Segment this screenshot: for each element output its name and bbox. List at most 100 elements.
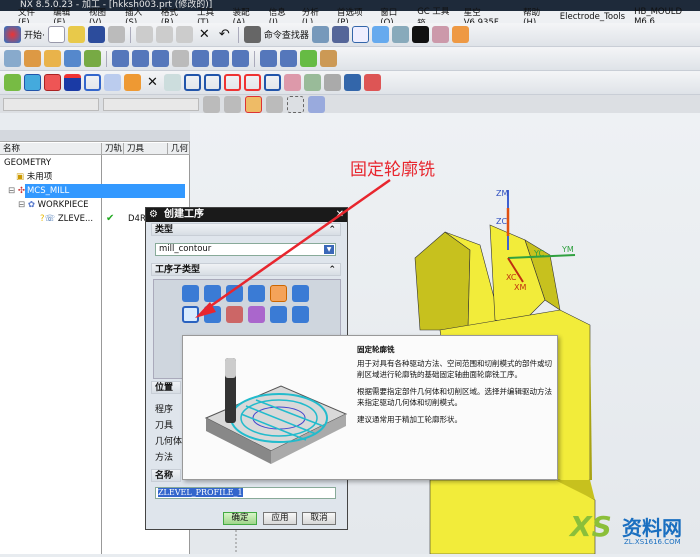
output-cls-icon[interactable] (300, 50, 317, 67)
subtype-plunge-icon[interactable] (204, 285, 221, 302)
type-select[interactable]: mill_contour ▼ (155, 243, 336, 256)
collapse-icon[interactable]: ⌃ (328, 264, 336, 277)
tool-icon[interactable] (311, 26, 329, 43)
copy-icon[interactable] (155, 26, 173, 43)
cross-icon[interactable] (244, 74, 261, 91)
subtype-section-header[interactable]: 工序子类型 ⌃ (151, 263, 341, 276)
undo-icon[interactable]: ↶ (216, 26, 233, 43)
info-toolpath-icon[interactable] (212, 50, 229, 67)
fit-icon[interactable] (351, 26, 369, 43)
name-input[interactable]: ZLEVEL_PROFILE_1 (155, 487, 336, 499)
profile-icon[interactable] (184, 74, 201, 91)
cancel-button[interactable]: 取消 (302, 512, 336, 525)
verify-icon[interactable] (172, 50, 189, 67)
pig-icon[interactable] (324, 74, 341, 91)
open-folder-icon[interactable] (67, 26, 85, 43)
orient-icon[interactable] (391, 26, 409, 43)
block-icon[interactable] (64, 74, 81, 91)
xc-label: XC (506, 273, 517, 282)
subtype-rest-icon[interactable] (248, 285, 265, 302)
new-file-icon[interactable] (47, 26, 65, 43)
subtype-streamline-icon[interactable] (248, 306, 265, 323)
box-select-icon[interactable] (287, 95, 304, 113)
background-icon[interactable] (411, 26, 429, 43)
plane-icon[interactable] (204, 74, 221, 91)
subtype-corner-icon[interactable] (226, 285, 243, 302)
subtype-surface-area-icon[interactable] (226, 306, 243, 323)
menu-electrode-tools[interactable]: Electrode_Tools (560, 12, 625, 22)
column-toolpath[interactable]: 刀轨 (102, 143, 124, 155)
misc-icon[interactable] (451, 26, 469, 43)
collapse-icon[interactable]: ⌃ (328, 224, 336, 237)
grid-icon[interactable] (344, 74, 361, 91)
tool-label: 刀具 (155, 421, 174, 431)
create-geometry-icon[interactable] (44, 50, 61, 67)
csys-icon[interactable] (164, 74, 181, 91)
paste-icon[interactable] (175, 26, 193, 43)
subtype-nonsteep-icon[interactable] (270, 306, 287, 323)
subtype-zlevel-profile-icon[interactable] (270, 285, 287, 302)
delete-toolpath-icon[interactable] (192, 50, 209, 67)
layer-icon[interactable] (431, 26, 449, 43)
create-program-icon[interactable] (4, 50, 21, 67)
create-method-icon[interactable] (64, 50, 81, 67)
shop-doc-icon[interactable] (280, 50, 297, 67)
subtype-steep-icon[interactable] (292, 306, 309, 323)
postprocess-icon[interactable] (260, 50, 277, 67)
stack-icon[interactable] (304, 74, 321, 91)
render-icon[interactable] (308, 95, 325, 113)
replay-toolpath-icon[interactable] (132, 50, 149, 67)
save-icon[interactable] (87, 26, 105, 43)
ok-button[interactable]: 确定 (223, 512, 257, 525)
selection-scope-combo[interactable] (103, 97, 199, 111)
tooltip-recommendation: 建议通常用于精加工轮廓形状。 (357, 415, 462, 424)
create-tool-icon[interactable] (24, 50, 41, 67)
section-icon[interactable] (224, 74, 241, 91)
cube-red-icon[interactable] (44, 74, 61, 91)
type-section-header[interactable]: 类型 ⌃ (151, 223, 341, 236)
batch-icon[interactable] (320, 50, 337, 67)
column-tool[interactable]: 刀具 (124, 143, 168, 155)
column-name[interactable]: 名称 (0, 143, 102, 155)
subtype-cavity-mill-icon[interactable] (182, 285, 199, 302)
chart-icon[interactable] (364, 74, 381, 91)
subtract-icon[interactable] (124, 74, 141, 91)
edit-toolpath-icon[interactable] (232, 50, 249, 67)
shaded-icon[interactable] (371, 26, 389, 43)
union-icon[interactable] (104, 74, 121, 91)
create-operation-icon[interactable] (84, 50, 101, 67)
name-section-header[interactable]: 名称 (151, 469, 181, 482)
close-icon[interactable]: ✕ (336, 208, 344, 222)
delete-icon[interactable]: ✕ (196, 26, 213, 43)
check-icon[interactable] (4, 74, 21, 91)
start-menu-button[interactable]: 开始· (24, 28, 45, 41)
cube-icon[interactable] (24, 74, 41, 91)
type-filter-combo[interactable] (3, 97, 99, 111)
menu-bar: 文件(F) 编辑(E) 视图(V) 插入(S) 格式(R) 工具(T) 装配(A… (0, 7, 700, 29)
snap-icon[interactable] (203, 95, 220, 113)
close-x-icon[interactable]: ✕ (144, 74, 161, 91)
subtype-contour-area-icon[interactable] (204, 306, 221, 323)
command-finder-button[interactable]: 命令查找器 (264, 28, 309, 41)
program-label: 程序 (155, 405, 174, 415)
view-icon[interactable] (331, 26, 349, 43)
cut-icon[interactable] (135, 26, 153, 43)
snap3-icon[interactable] (266, 95, 283, 113)
box-icon[interactable] (84, 74, 101, 91)
subtype-zlevel-corner-icon[interactable] (292, 285, 309, 302)
select-icon[interactable] (245, 95, 262, 113)
point-icon[interactable] (264, 74, 281, 91)
tree-row-geometry[interactable]: GEOMETRY (0, 156, 190, 170)
column-geometry[interactable]: 几何 (168, 143, 190, 155)
list-toolpath-icon[interactable] (152, 50, 169, 67)
tree-row-mcs-mill[interactable]: ⊟ ✣ MCS_MILL (0, 184, 190, 198)
generate-toolpath-icon[interactable] (112, 50, 129, 67)
tree-row-unused[interactable]: ▣ 未用项 (0, 170, 190, 184)
subtype-fixed-contour-icon[interactable] (182, 306, 199, 323)
location-section-header[interactable]: 位置 (151, 381, 181, 394)
apply-button[interactable]: 应用 (263, 512, 297, 525)
print-icon[interactable] (107, 26, 125, 43)
watermark-logo: XS (570, 510, 612, 543)
snap2-icon[interactable] (224, 95, 241, 113)
erase-icon[interactable] (284, 74, 301, 91)
